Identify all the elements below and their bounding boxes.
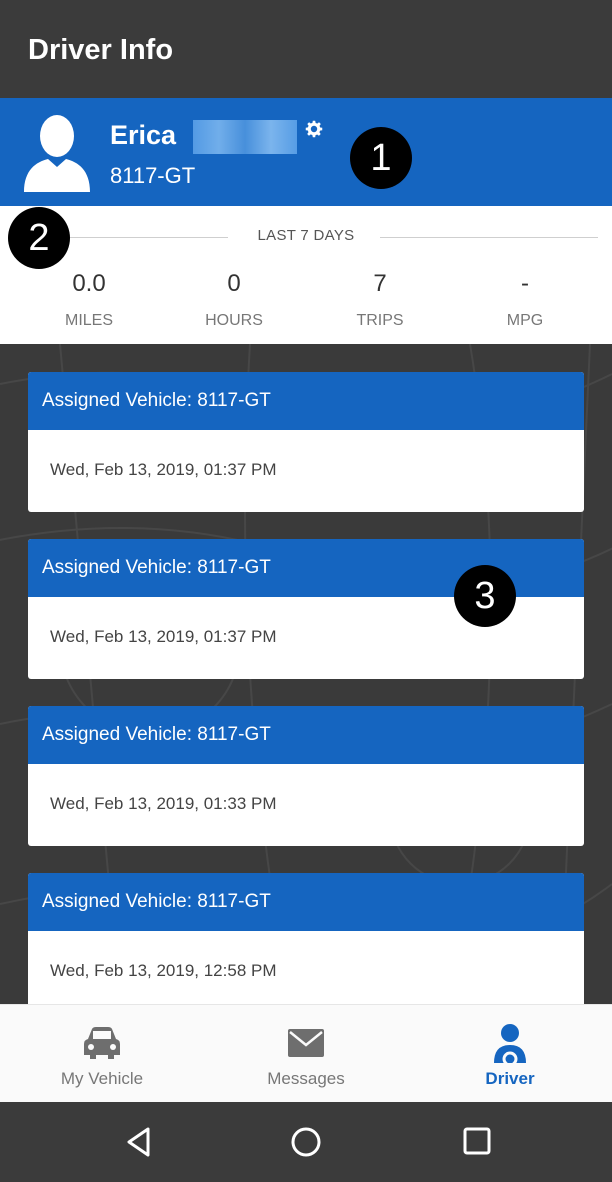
activity-feed[interactable]: Assigned Vehicle: 8117-GT Wed, Feb 13, 2… [0,344,612,1004]
page-title: Driver Info [28,34,174,66]
bottom-navigation: My Vehicle Messages Driver [0,1004,612,1102]
stat-miles: 0.0 MILES [24,270,154,330]
nav-label: Driver [485,1069,535,1088]
redacted-surname [193,120,297,154]
stat-value: 7 [373,270,387,297]
recents-icon[interactable] [462,1126,492,1156]
avatar-icon [24,115,90,192]
stat-hours: 0 HOURS [169,270,299,330]
callout-badge: 2 [8,207,70,269]
card-title: Assigned Vehicle: 8117-GT [28,873,584,931]
nav-driver[interactable]: Driver [408,1005,612,1103]
callout-badge: 3 [454,565,516,627]
driver-icon [494,1024,526,1063]
vehicle-assignment-card[interactable]: Assigned Vehicle: 8117-GT Wed, Feb 13, 2… [28,873,584,1004]
stats-period-label: LAST 7 DAYS [257,227,355,244]
driver-profile-header: Erica 8117-GT [0,98,612,206]
callout-badge: 1 [350,127,412,189]
card-timestamp: Wed, Feb 13, 2019, 01:33 PM [50,794,277,813]
nav-my-vehicle[interactable]: My Vehicle [0,1005,204,1103]
stat-label: TRIPS [356,312,404,329]
home-icon[interactable] [290,1126,322,1158]
card-timestamp: Wed, Feb 13, 2019, 01:37 PM [50,460,277,479]
stat-label: HOURS [205,312,263,329]
assigned-vehicle-id: 8117-GT [110,163,196,188]
nav-label: Messages [267,1069,345,1088]
app-bar: Driver Info [0,0,612,98]
stat-label: MPG [506,312,544,329]
nav-messages[interactable]: Messages [204,1005,408,1103]
stat-value: 0 [227,270,241,297]
gear-icon[interactable] [303,118,325,140]
card-timestamp: Wed, Feb 13, 2019, 12:58 PM [50,961,277,980]
stat-value: 0.0 [72,270,106,297]
vehicle-assignment-card[interactable]: Assigned Vehicle: 8117-GT Wed, Feb 13, 2… [28,706,584,846]
card-title: Assigned Vehicle: 8117-GT [28,706,584,764]
vehicle-assignment-card[interactable]: Assigned Vehicle: 8117-GT Wed, Feb 13, 2… [28,372,584,512]
stat-label: MILES [64,312,113,329]
system-navigation-bar [0,1102,612,1182]
stat-value: - [521,270,529,297]
envelope-icon [288,1029,324,1057]
car-icon [84,1027,120,1059]
back-icon[interactable] [124,1126,154,1158]
weekly-stats-panel: LAST 7 DAYS 0.0 MILES 0 HOURS 7 TRIPS - … [0,206,612,344]
stat-mpg: - MPG [460,270,590,330]
nav-label: My Vehicle [60,1069,144,1088]
card-title: Assigned Vehicle: 8117-GT [28,372,584,430]
stat-trips: 7 TRIPS [315,270,445,330]
driver-name: Erica [110,120,177,150]
